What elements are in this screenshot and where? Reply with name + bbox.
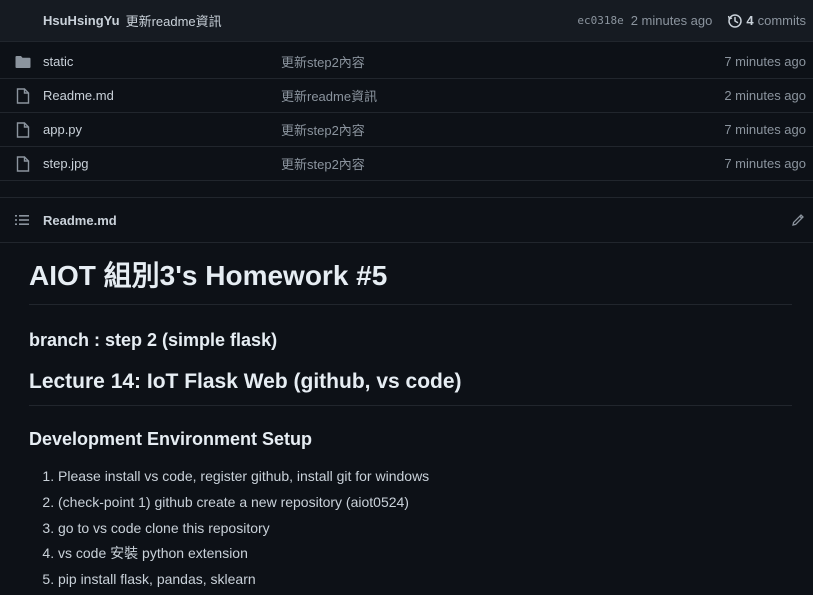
file-row-step[interactable]: step.jpg 更新step2內容 7 minutes ago xyxy=(0,147,813,181)
readme-branch-heading: branch : step 2 (simple flask) xyxy=(29,330,278,350)
readme-title: AIOT 組別3's Homework #5 xyxy=(29,250,792,305)
file-commit-time: 2 minutes ago xyxy=(724,88,806,103)
list-item: Please install vs code, register github,… xyxy=(58,464,792,490)
file-name[interactable]: Readme.md xyxy=(43,88,114,103)
commit-time: 2 minutes ago xyxy=(630,13,713,28)
file-commit-time: 7 minutes ago xyxy=(724,54,806,69)
file-commit-message[interactable]: 更新step2內容 xyxy=(281,52,365,71)
file-row-app[interactable]: app.py 更新step2內容 7 minutes ago xyxy=(0,113,813,147)
file-name[interactable]: app.py xyxy=(43,122,82,137)
file-commit-time: 7 minutes ago xyxy=(724,156,806,171)
readme-filename[interactable]: Readme.md xyxy=(43,213,117,228)
file-row-static[interactable]: static 更新step2內容 7 minutes ago xyxy=(0,45,813,79)
list-item: pip install flask, pandas, sklearn xyxy=(58,567,792,593)
latest-commit-bar: HsuHsingYu 更新readme資訊 ec0318e 2 minutes … xyxy=(0,0,813,42)
list-item: go to vs code clone this repository xyxy=(58,516,792,542)
pencil-icon[interactable] xyxy=(791,213,805,227)
file-commit-message[interactable]: 更新readme資訊 xyxy=(281,86,377,105)
file-icon xyxy=(15,155,31,172)
readme-content: AIOT 組別3's Homework #5 branch : step 2 (… xyxy=(29,250,792,593)
file-name[interactable]: step.jpg xyxy=(43,156,89,171)
file-row-readme[interactable]: Readme.md 更新readme資訊 2 minutes ago xyxy=(0,79,813,113)
commit-author[interactable]: HsuHsingYu xyxy=(43,13,120,28)
file-commit-time: 7 minutes ago xyxy=(724,122,806,137)
readme-lecture-heading: Lecture 14: IoT Flask Web (github, vs co… xyxy=(29,367,792,406)
commit-message[interactable]: 更新readme資訊 xyxy=(126,11,222,30)
file-list: static 更新step2內容 7 minutes ago Readme.md… xyxy=(0,45,813,181)
commits-history-link[interactable]: 4 commits xyxy=(727,13,806,29)
setup-steps-list: Please install vs code, register github,… xyxy=(29,464,792,593)
list-icon[interactable] xyxy=(15,214,29,226)
file-icon xyxy=(15,121,31,138)
folder-icon xyxy=(15,54,31,70)
commit-count: 4 xyxy=(746,13,754,28)
file-name[interactable]: static xyxy=(43,54,73,69)
history-icon xyxy=(727,13,743,29)
commit-meta: ec0318e 2 minutes ago 4 commits xyxy=(577,13,813,29)
readme-header: Readme.md xyxy=(0,197,813,243)
list-item: (check-point 1) github create a new repo… xyxy=(58,490,792,516)
readme-section-heading: Development Environment Setup xyxy=(29,429,313,449)
file-commit-message[interactable]: 更新step2內容 xyxy=(281,120,365,139)
list-item: vs code 安裝 python extension xyxy=(58,541,792,567)
commit-sha[interactable]: ec0318e xyxy=(577,14,623,27)
commits-label: commits xyxy=(757,13,806,28)
file-icon xyxy=(15,87,31,104)
file-commit-message[interactable]: 更新step2內容 xyxy=(281,154,365,173)
